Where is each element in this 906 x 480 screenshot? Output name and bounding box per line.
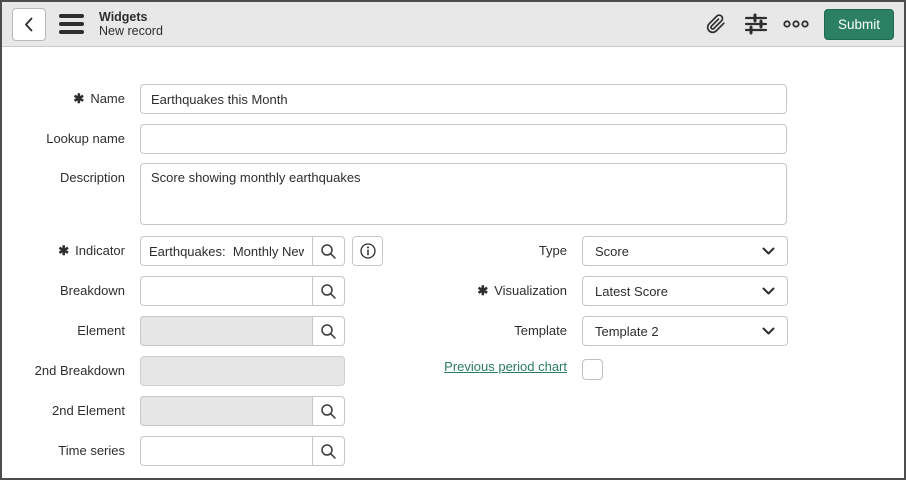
page-title: Widgets [99, 9, 148, 24]
second-element-reference-field [140, 396, 345, 426]
breakdown-lookup-button[interactable] [312, 276, 345, 306]
time-series-lookup-button[interactable] [312, 436, 345, 466]
previous-period-chart-link[interactable]: Previous period chart [432, 358, 567, 376]
indicator-lookup-button[interactable] [312, 236, 345, 266]
time-series-input[interactable] [140, 436, 312, 466]
info-icon [359, 242, 377, 260]
element-reference-field [140, 316, 345, 346]
required-marker: ✱ [58, 243, 70, 258]
search-icon [320, 243, 337, 260]
header-titles: Widgets New record [99, 10, 163, 39]
search-icon [320, 283, 337, 300]
search-icon [320, 323, 337, 340]
breakdown-label: Breakdown [59, 283, 125, 298]
element-input [140, 316, 312, 346]
name-label: ✱ Name [73, 91, 125, 106]
chevron-left-icon [23, 17, 35, 32]
widgets-new-record-window: Widgets New record Submit ✱ Name Lookup … [0, 0, 906, 480]
visualization-select-value: Latest Score [595, 283, 668, 299]
template-select[interactable]: Template 2 [582, 316, 788, 346]
element-lookup-button[interactable] [312, 316, 345, 346]
description-label: Description [59, 170, 125, 185]
more-options-button[interactable] [780, 8, 812, 40]
search-icon [320, 443, 337, 460]
time-series-reference-field [140, 436, 345, 466]
lookup-name-label: Lookup name [46, 131, 125, 146]
description-textarea[interactable]: Score showing monthly earthquakes [140, 163, 787, 225]
second-breakdown-input [140, 356, 345, 386]
name-input[interactable] [140, 84, 787, 114]
breakdown-input[interactable] [140, 276, 312, 306]
second-element-input [140, 396, 312, 426]
attachments-button[interactable] [700, 8, 732, 40]
second-element-label: 2nd Element [52, 403, 125, 418]
header-left-group: Widgets New record [12, 7, 163, 41]
indicator-input[interactable] [140, 236, 312, 266]
type-select[interactable]: Score [582, 236, 788, 266]
chevron-down-icon [762, 287, 775, 296]
search-icon [320, 403, 337, 420]
paperclip-icon [706, 14, 726, 34]
type-select-value: Score [595, 243, 629, 259]
required-marker: ✱ [73, 91, 85, 106]
chevron-down-icon [762, 247, 775, 256]
type-label: Type [538, 243, 567, 258]
element-label: Element [77, 323, 125, 338]
second-breakdown-label: 2nd Breakdown [34, 363, 125, 378]
template-label: Template [514, 323, 567, 338]
lookup-name-input[interactable] [140, 124, 787, 154]
indicator-reference-field [140, 236, 345, 266]
hamburger-menu-icon[interactable] [57, 10, 86, 38]
page-subtitle: New record [99, 24, 163, 38]
visualization-label: ✱ Visualization [477, 283, 567, 298]
required-marker: ✱ [477, 283, 489, 298]
indicator-label: ✱ Indicator [58, 243, 125, 258]
previous-period-chart-checkbox[interactable] [582, 359, 603, 380]
back-button[interactable] [12, 7, 46, 41]
sliders-icon [744, 13, 768, 35]
second-element-lookup-button[interactable] [312, 396, 345, 426]
header-right-group: Submit [700, 8, 894, 40]
visualization-select[interactable]: Latest Score [582, 276, 788, 306]
chevron-down-icon [762, 327, 775, 336]
template-select-value: Template 2 [595, 323, 659, 339]
personalize-form-button[interactable] [740, 8, 772, 40]
time-series-label: Time series [58, 443, 125, 458]
form-header: Widgets New record Submit [2, 2, 904, 47]
breakdown-reference-field [140, 276, 345, 306]
more-options-icon [782, 19, 810, 29]
indicator-info-button[interactable] [352, 236, 383, 266]
submit-button[interactable]: Submit [823, 8, 894, 40]
